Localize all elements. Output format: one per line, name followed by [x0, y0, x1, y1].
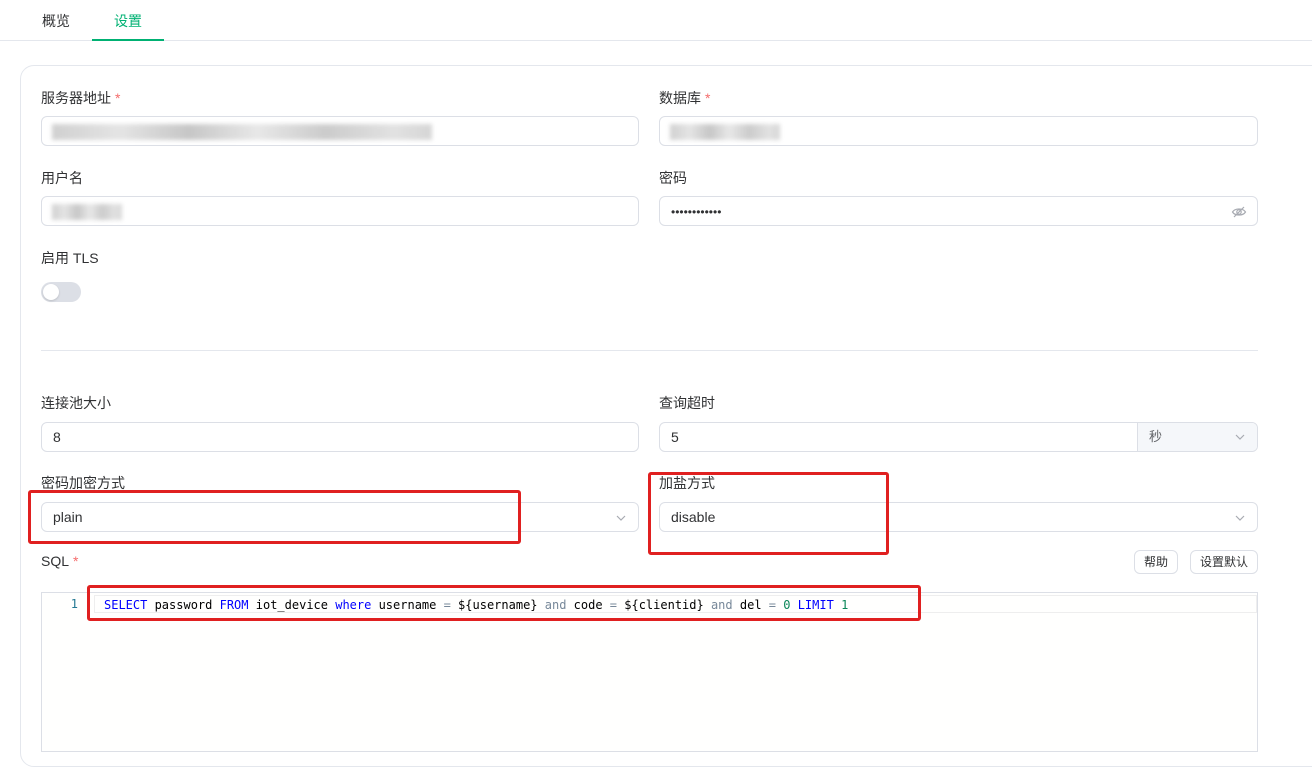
salt-select[interactable]: disable [659, 502, 1258, 532]
sql-token: del [732, 598, 769, 612]
sql-editor[interactable]: 1 SELECT password FROM iot_device where … [41, 592, 1258, 752]
chevron-down-icon [1235, 515, 1245, 521]
pool-size-value: 8 [53, 429, 61, 445]
sql-token: and [710, 598, 733, 612]
sql-token: = [609, 598, 618, 612]
line-number: 1 [70, 597, 78, 611]
sql-token: 1 [841, 598, 849, 612]
sql-token: where [335, 598, 372, 612]
reset-default-button[interactable]: 设置默认 [1190, 550, 1258, 574]
password-hash-value: plain [53, 509, 83, 525]
server-address-label: 服务器地址 * [41, 90, 121, 106]
server-address-input[interactable] [41, 116, 639, 146]
sql-token: SELECT [104, 598, 148, 612]
sql-token: LIMIT [797, 598, 834, 612]
chevron-down-icon [616, 515, 626, 521]
password-hash-label: 密码加密方式 [41, 475, 125, 491]
sql-token: username [371, 598, 444, 612]
tls-switch-knob [43, 284, 59, 300]
salt-label: 加盐方式 [659, 475, 715, 491]
timeout-unit-value: 秒 [1149, 429, 1163, 444]
sql-token: iot_device [248, 598, 336, 612]
editor-gutter: 1 [42, 593, 84, 751]
query-timeout-input[interactable]: 5 秒 [659, 422, 1258, 452]
password-hash-select[interactable]: plain [41, 502, 639, 532]
help-button[interactable]: 帮助 [1134, 550, 1178, 574]
redacted-text [670, 124, 780, 140]
sql-label: SQL * [41, 553, 79, 569]
eye-off-icon[interactable] [1231, 204, 1247, 220]
password-value: •••••••••••• [671, 205, 722, 219]
salt-value: disable [671, 509, 716, 525]
sql-token: = [768, 598, 776, 612]
tab-overview[interactable]: 概览 [32, 0, 80, 40]
chevron-down-icon [1235, 434, 1245, 440]
section-divider [41, 350, 1258, 351]
sql-token: code [566, 598, 610, 612]
database-label: 数据库 * [659, 90, 711, 106]
sql-token: = [443, 598, 451, 612]
sql-token: ${clientid} [617, 598, 711, 612]
sql-token: password [147, 598, 220, 612]
username-label: 用户名 [41, 170, 83, 186]
pool-size-input[interactable]: 8 [41, 422, 639, 452]
query-timeout-value: 5 [671, 429, 679, 445]
sql-code-line[interactable]: SELECT password FROM iot_device where us… [104, 597, 848, 613]
tab-bar: 概览 设置 [0, 0, 1312, 41]
password-input[interactable]: •••••••••••• [659, 196, 1258, 226]
username-input[interactable] [41, 196, 639, 226]
redacted-text [52, 124, 432, 140]
password-label: 密码 [659, 170, 687, 186]
query-timeout-label: 查询超时 [659, 395, 715, 411]
redacted-text [52, 204, 122, 220]
tls-label: 启用 TLS [41, 250, 99, 266]
tab-settings[interactable]: 设置 [92, 0, 164, 41]
timeout-unit-select[interactable]: 秒 [1137, 423, 1257, 451]
sql-token: and [544, 598, 567, 612]
sql-token: ${username} [450, 598, 545, 612]
tls-switch[interactable] [41, 282, 81, 302]
database-input[interactable] [659, 116, 1258, 146]
pool-size-label: 连接池大小 [41, 395, 111, 411]
sql-token: FROM [219, 598, 249, 612]
